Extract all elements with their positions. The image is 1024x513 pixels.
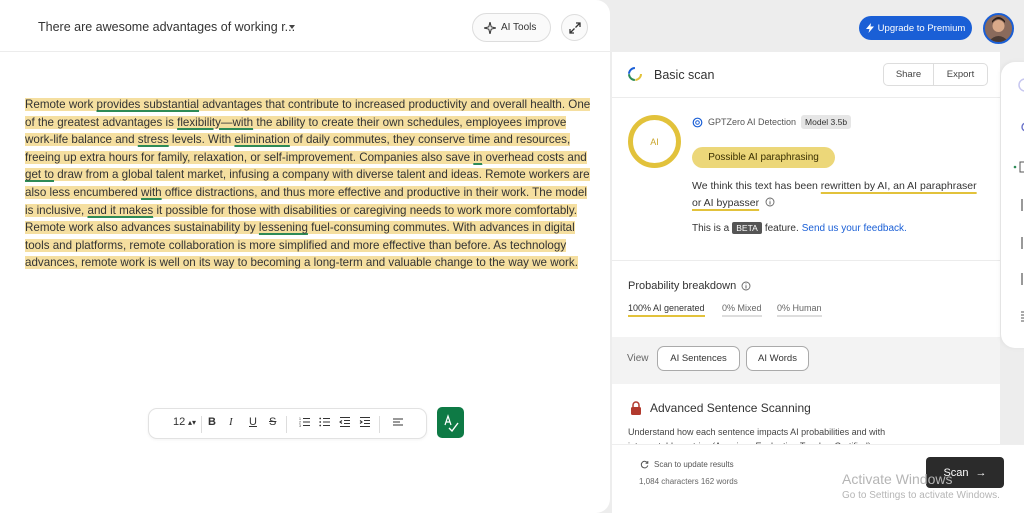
align-left-icon[interactable] — [392, 416, 404, 431]
info-icon[interactable] — [741, 281, 751, 291]
list-icon[interactable] — [1020, 310, 1024, 324]
bulleted-list-icon[interactable] — [319, 416, 331, 431]
flagged-phrase: provides substantial — [96, 98, 199, 111]
prob-ai-generated: 100% AI generated — [628, 303, 705, 317]
text-segment: advantages that contribute to increased … — [199, 98, 566, 111]
ai-words-button[interactable]: AI Words — [746, 346, 809, 371]
ai-tools-button[interactable]: AI Tools — [472, 13, 551, 42]
ai-tools-label: AI Tools — [501, 22, 537, 33]
verdict-badge: Possible AI paraphrasing — [692, 147, 835, 168]
document-title[interactable]: There are awesome advantages of working … — [38, 20, 295, 34]
expand-icon — [568, 21, 581, 34]
editor-header: There are awesome advantages of working … — [0, 0, 610, 52]
document-icon[interactable] — [1013, 160, 1024, 174]
flagged-phrase: elimination — [234, 133, 290, 147]
format-toolbar: 12 ▴▾ B I U S 123 — [148, 408, 427, 439]
strikethrough-button[interactable]: S — [269, 416, 276, 428]
activation-watermark-title: Activate Windows — [842, 471, 953, 487]
explain-prefix: We think this text has been — [692, 180, 821, 192]
character-count: 1,084 characters 162 words — [639, 477, 738, 486]
info-icon[interactable] — [765, 197, 775, 207]
avatar[interactable] — [983, 13, 1014, 44]
text-segment: Remote work also advances sustainability… — [25, 221, 259, 235]
flagged-phrase: lessening — [258, 221, 308, 235]
refresh-icon — [640, 460, 649, 469]
scan-header: Basic scan Share Export — [612, 52, 1000, 98]
expand-button[interactable] — [561, 14, 588, 41]
text-segment: levels. — [168, 133, 205, 147]
beta-badge: BETA — [732, 222, 762, 234]
model-badge: Model 3.5b — [801, 115, 852, 129]
text-segment: it possible for those with disabilities … — [153, 203, 578, 217]
flagged-phrase: and it makes — [87, 203, 154, 217]
sparkle-icon — [484, 21, 496, 34]
text-segment: Companies also save — [356, 150, 474, 164]
text-segment: office distractions, and thus more effec… — [161, 185, 530, 199]
scan-logo-icon — [628, 67, 642, 81]
probability-title: Probability breakdown — [628, 280, 737, 292]
scan-update-text: Scan to update results — [654, 460, 734, 469]
text-segment: With — [204, 133, 235, 147]
svg-text:3: 3 — [299, 424, 301, 428]
ai-ring-label: AI — [650, 136, 659, 147]
beta-prefix: This is a — [692, 222, 730, 234]
spellcheck-icon — [443, 413, 459, 432]
lock-icon — [631, 401, 641, 415]
beta-notice: This is a BETA feature. Send us your feed… — [692, 222, 907, 234]
flagged-phrase: get to — [25, 168, 55, 182]
view-strip: View AI Sentences AI Words — [612, 337, 1000, 384]
text-segment: Remote work — [25, 98, 97, 111]
upgrade-label: Upgrade to Premium — [877, 22, 966, 34]
stepper-icon[interactable]: ▴▾ — [188, 418, 196, 427]
underline-button[interactable]: U — [249, 416, 257, 428]
italic-button[interactable]: I — [229, 416, 233, 428]
text-segment: overhead costs and — [482, 150, 587, 164]
share-button[interactable]: Share — [883, 63, 934, 86]
ai-score-ring: AI — [628, 115, 681, 168]
grammar-check-button[interactable] — [437, 407, 464, 438]
section-divider — [612, 260, 1000, 261]
outdent-icon[interactable] — [339, 416, 351, 431]
flagged-phrase: with — [141, 185, 162, 199]
text-segment: fuel-consuming commutes. — [307, 221, 450, 235]
document-text[interactable]: Remote work provides substantial advanta… — [25, 96, 591, 272]
scan-update-hint: Scan to update results — [640, 460, 734, 469]
upgrade-button[interactable]: Upgrade to Premium — [859, 16, 972, 40]
ai-sentences-button[interactable]: AI Sentences — [657, 346, 740, 371]
feedback-link[interactable]: Send us your feedback. — [802, 223, 907, 234]
scan-circle-icon[interactable] — [1016, 78, 1024, 92]
advanced-heading: Advanced Sentence Scanning — [630, 401, 811, 415]
beta-suffix: feature. — [764, 222, 799, 234]
activation-watermark-subtitle: Go to Settings to activate Windows. — [842, 490, 1000, 501]
view-label: View — [627, 353, 649, 364]
chevron-down-icon[interactable] — [289, 25, 295, 29]
lightning-icon — [865, 23, 874, 33]
indent-icon[interactable] — [359, 416, 371, 431]
probability-heading: Probability breakdown — [628, 280, 751, 292]
scan-footer: Scan to update results 1,084 characters … — [612, 444, 1024, 513]
advanced-title: Advanced Sentence Scanning — [650, 401, 811, 415]
side-rail — [1001, 62, 1024, 348]
export-button[interactable]: Export — [933, 63, 988, 86]
text-segment: draw from a global talent market, infusi… — [54, 168, 482, 182]
toolbar-divider — [379, 416, 380, 433]
prob-mixed: 0% Mixed — [722, 303, 762, 317]
gptzero-icon — [692, 117, 703, 127]
toolbar-divider — [201, 416, 202, 433]
arrow-right-icon: → — [975, 466, 987, 479]
verdict-explanation: We think this text has been rewritten by… — [692, 178, 987, 212]
toolbar-divider — [286, 416, 287, 433]
font-size-select[interactable]: 12 — [173, 416, 185, 428]
flagged-phrase: flexibility—with — [177, 115, 254, 129]
scan-title: Basic scan — [654, 68, 715, 82]
editor-panel: There are awesome advantages of working … — [0, 0, 610, 513]
prob-human: 0% Human — [777, 303, 822, 317]
detector-name: GPTZero AI Detection — [708, 117, 797, 127]
bold-button[interactable]: B — [208, 416, 216, 428]
circle-icon[interactable] — [1020, 120, 1024, 134]
flagged-phrase: stress — [137, 133, 169, 147]
flagged-phrase: in — [473, 150, 483, 164]
detector-info: GPTZero AI Detection Model 3.5b — [692, 115, 852, 129]
numbered-list-icon[interactable]: 123 — [299, 416, 311, 431]
